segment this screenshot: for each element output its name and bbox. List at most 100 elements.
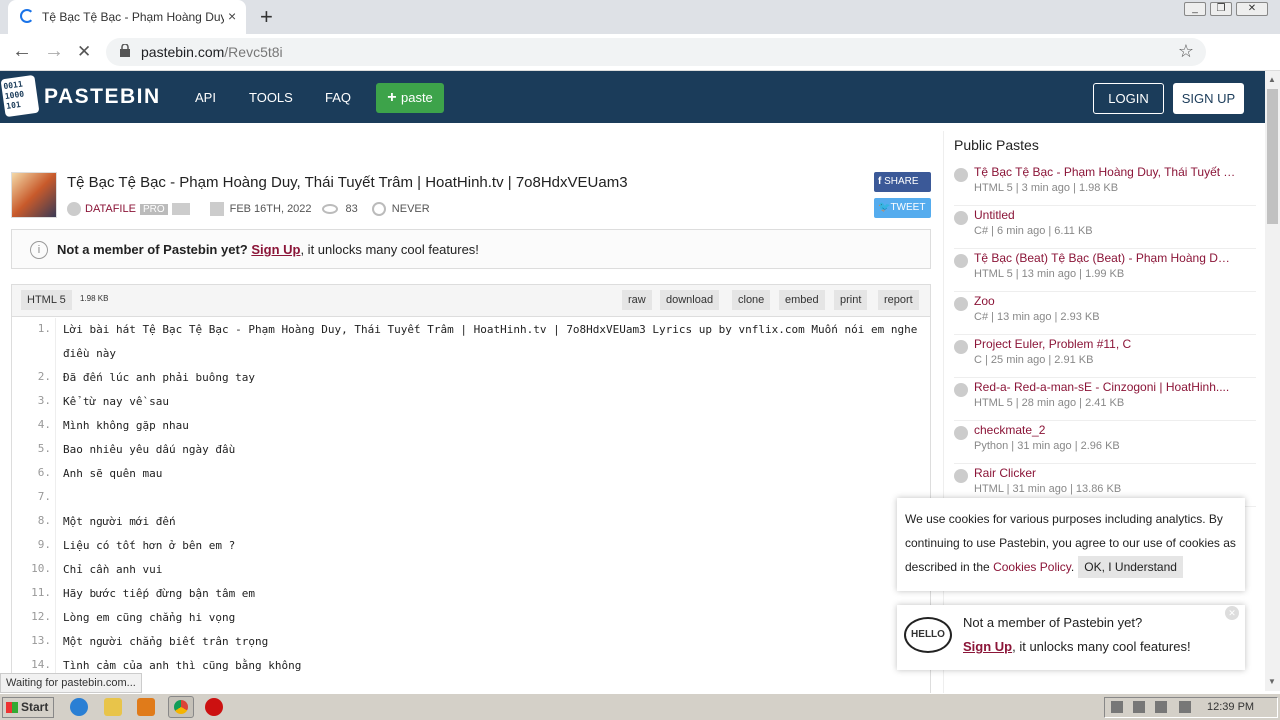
back-arrow-icon[interactable]: ← — [12, 40, 32, 63]
url-domain: pastebin.com — [141, 44, 225, 60]
clock: 12:39 PM — [1207, 701, 1255, 713]
line-number: 8. — [12, 510, 56, 534]
public-paste-title[interactable]: Tệ Bạc Tệ Bạc - Phạm Hoàng Duy, Thái Tuy… — [974, 165, 1236, 179]
member-notice: i Not a member of Pastebin yet? Sign Up,… — [11, 229, 931, 269]
stop-icon[interactable] — [205, 698, 223, 716]
tab-close-icon[interactable]: × — [228, 8, 236, 24]
public-paste-item[interactable]: Red-a- Red-a-man-sE - Cinzogoni | HoatHi… — [954, 379, 1256, 421]
media-player-icon[interactable] — [137, 698, 155, 716]
pastebin-logo-icon[interactable]: 0011 1000 101 — [0, 74, 40, 118]
globe-icon — [954, 168, 968, 182]
chrome-taskbar-button[interactable] — [168, 696, 194, 718]
public-paste-title[interactable]: Rair Clicker — [974, 466, 1236, 480]
public-paste-title[interactable]: Untitled — [974, 208, 1236, 222]
public-paste-item[interactable]: Tệ Bạc Tệ Bạc - Phạm Hoàng Duy, Thái Tuy… — [954, 164, 1256, 206]
nav-tools[interactable]: TOOLS — [249, 90, 293, 105]
stop-loading-icon[interactable]: ✕ — [77, 42, 91, 62]
site-header: 0011 1000 101 PASTEBIN API TOOLS FAQ + pas… — [0, 71, 1280, 123]
cookie-ok-button[interactable]: OK, I Understand — [1078, 556, 1183, 578]
paste-author[interactable]: DATAFILE — [85, 203, 136, 215]
line-number: 1. — [12, 318, 56, 366]
scroll-down-icon[interactable]: ▼ — [1268, 677, 1276, 686]
public-paste-meta: C | 25 min ago | 2.91 KB — [974, 354, 1094, 366]
public-paste-title[interactable]: Zoo — [974, 294, 1236, 308]
scrollbar-thumb[interactable] — [1267, 89, 1278, 224]
popup-signup-link[interactable]: Sign Up — [963, 639, 1012, 654]
tab-title: Tệ Bạc Tệ Bạc - Phạm Hoàng Duy, Th — [42, 10, 224, 24]
info-icon: i — [30, 241, 48, 259]
public-paste-meta: C# | 6 min ago | 6.11 KB — [974, 225, 1093, 237]
new-tab-button[interactable]: + — [260, 4, 273, 30]
forward-arrow-icon[interactable]: → — [44, 40, 64, 63]
security-icon[interactable] — [1179, 701, 1191, 713]
minimize-button[interactable]: _ — [1184, 2, 1206, 16]
clone-button[interactable]: clone — [732, 290, 771, 310]
facebook-share-button[interactable]: f SHARE — [874, 172, 931, 192]
member-popup: HELLO Not a member of Pastebin yet? Sign… — [897, 605, 1245, 670]
url-field[interactable]: pastebin.com/Revc5t8i ☆ — [106, 38, 1206, 66]
paste-views: 83 — [345, 202, 358, 215]
views-icon — [321, 204, 338, 214]
public-paste-title[interactable]: Red-a- Red-a-man-sE - Cinzogoni | HoatHi… — [974, 380, 1236, 394]
twitter-icon: 🐦 — [878, 202, 891, 213]
twitter-share-button[interactable]: 🐦TWEET — [874, 198, 931, 218]
share-label: SHARE — [884, 176, 919, 187]
scroll-up-icon[interactable]: ▲ — [1268, 75, 1276, 84]
popup-close-icon[interactable]: ✕ — [1225, 606, 1239, 620]
brand-name[interactable]: PASTEBIN — [44, 85, 161, 109]
bookmark-star-icon[interactable]: ☆ — [1178, 41, 1194, 62]
user-icon — [67, 202, 81, 216]
ie-icon[interactable] — [70, 698, 88, 716]
volume-icon[interactable] — [1133, 701, 1145, 713]
raw-button[interactable]: raw — [622, 290, 652, 310]
new-paste-label: paste — [400, 90, 433, 105]
start-button[interactable]: Start — [2, 697, 54, 718]
message-icon[interactable] — [171, 203, 190, 215]
globe-icon — [954, 254, 968, 268]
maximize-button[interactable]: ❐ — [1210, 2, 1232, 16]
notice-signup-link[interactable]: Sign Up — [251, 242, 300, 257]
page-scrollbar[interactable]: ▲ ▼ — [1265, 71, 1280, 691]
language-badge[interactable]: HTML 5 — [21, 290, 72, 310]
tray-arrow-icon[interactable] — [1111, 701, 1123, 713]
globe-icon — [954, 211, 968, 225]
folder-icon[interactable] — [104, 698, 122, 716]
hello-icon: HELLO — [904, 617, 952, 653]
line-number: 5. — [12, 438, 56, 462]
cookies-policy-link[interactable]: Cookies Policy — [993, 560, 1071, 574]
browser-tab[interactable]: Tệ Bạc Tệ Bạc - Phạm Hoàng Duy, Th × — [8, 0, 246, 34]
nav-faq[interactable]: FAQ — [325, 90, 351, 105]
globe-icon — [954, 340, 968, 354]
public-paste-meta: Python | 31 min ago | 2.96 KB — [974, 440, 1120, 452]
public-paste-item[interactable]: Tệ Bạc (Beat) Tệ Bạc (Beat) - Phạm Hoàng… — [954, 250, 1256, 292]
network-icon[interactable] — [1155, 701, 1167, 713]
public-paste-item[interactable]: Project Euler, Problem #11, C C | 25 min … — [954, 336, 1256, 378]
print-button[interactable]: print — [834, 290, 868, 310]
public-paste-meta: HTML | 31 min ago | 13.86 KB — [974, 483, 1122, 495]
nav-api[interactable]: API — [195, 90, 216, 105]
address-bar-row: ← → ✕ pastebin.com/Revc5t8i ☆ ⋮ — [0, 34, 1280, 96]
login-button[interactable]: LOGIN — [1093, 83, 1164, 114]
line-number: 4. — [12, 414, 56, 438]
report-button[interactable]: report — [878, 290, 919, 310]
calendar-icon — [209, 202, 224, 216]
new-paste-button[interactable]: + paste — [376, 83, 444, 113]
line-number: 13. — [12, 630, 56, 654]
expiry-icon — [371, 202, 386, 216]
globe-icon — [954, 383, 968, 397]
public-paste-title[interactable]: Project Euler, Problem #11, C — [974, 337, 1236, 351]
windows-flag-icon — [6, 702, 18, 713]
public-paste-title[interactable]: Tệ Bạc (Beat) Tệ Bạc (Beat) - Phạm Hoàng… — [974, 251, 1236, 265]
public-paste-item[interactable]: Zoo C# | 13 min ago | 2.93 KB — [954, 293, 1256, 335]
plus-icon: + — [387, 89, 401, 106]
public-paste-item[interactable]: Untitled C# | 6 min ago | 6.11 KB — [954, 207, 1256, 249]
public-paste-title[interactable]: checkmate_2 — [974, 423, 1236, 437]
line-number: 2. — [12, 366, 56, 390]
public-paste-item[interactable]: checkmate_2 Python | 31 min ago | 2.96 KB — [954, 422, 1256, 464]
code-toolbar: HTML 5 1.98 KB raw download clone embed … — [12, 285, 930, 317]
embed-button[interactable]: embed — [779, 290, 825, 310]
window-close-button[interactable]: ✕ — [1236, 2, 1268, 16]
signup-button[interactable]: SIGN UP — [1173, 83, 1244, 114]
line-text: Tình cảm của anh thì cũng bằng không — [63, 659, 302, 672]
download-button[interactable]: download — [660, 290, 720, 310]
